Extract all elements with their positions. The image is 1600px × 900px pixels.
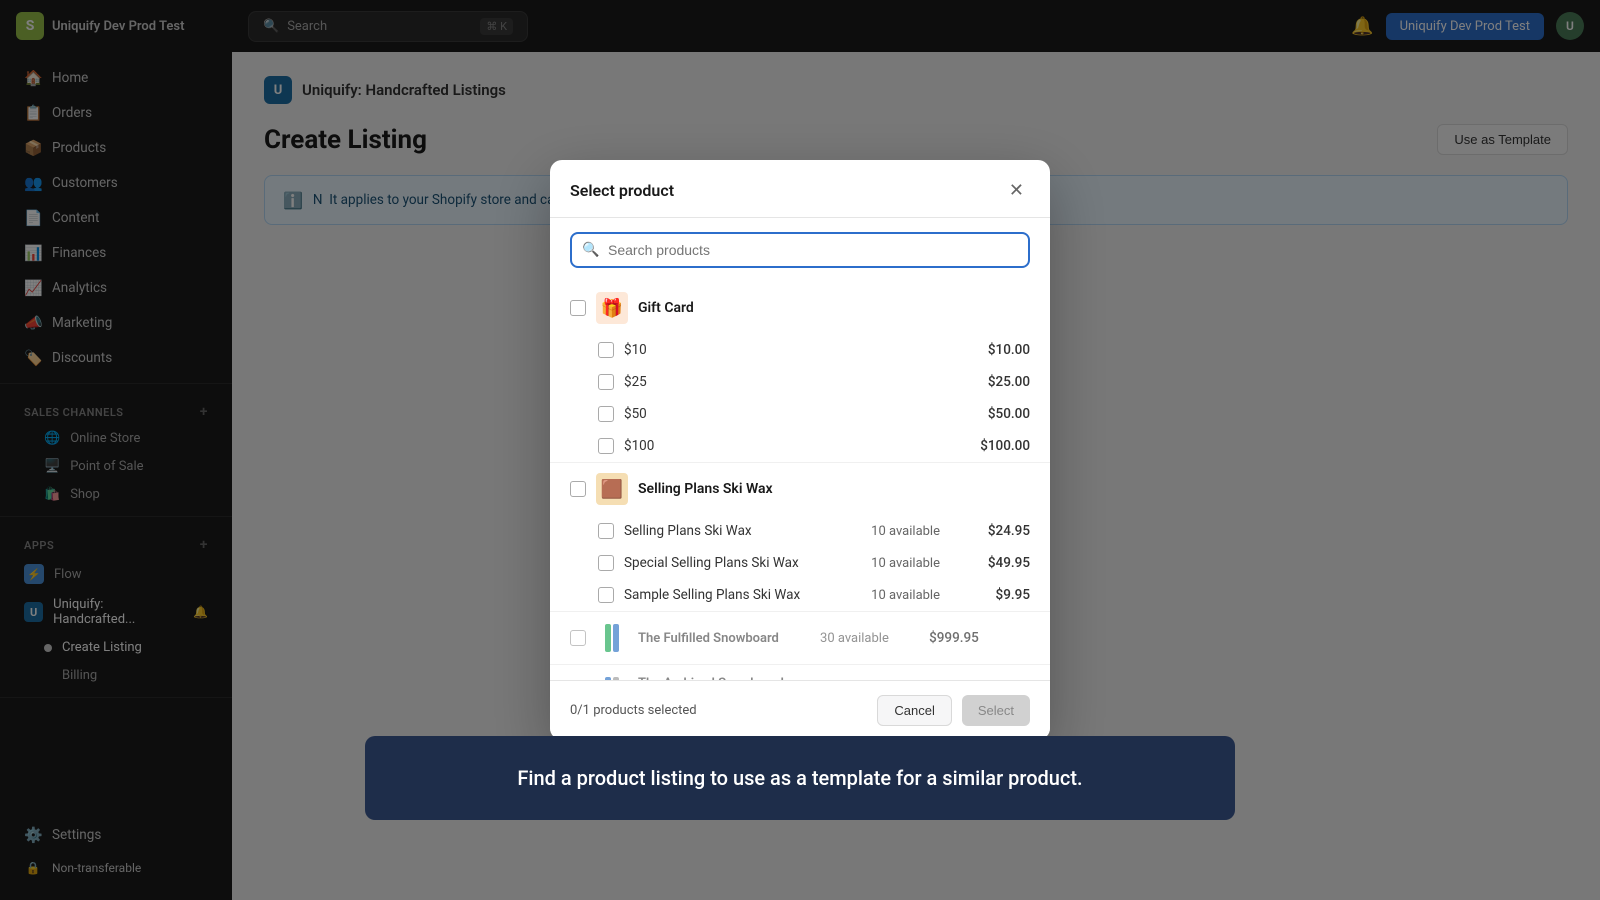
variant-50-price: $50.00: [950, 406, 1030, 422]
tooltip-text: Find a product listing to use as a templ…: [517, 766, 1082, 790]
variant-special-ski-wax-price: $49.95: [950, 555, 1030, 571]
select-product-modal: Select product ✕ 🔍 🎁 Gift Card $10 $10.0…: [550, 160, 1050, 740]
gift-card-group-checkbox[interactable]: [570, 300, 586, 316]
ski-wax-group-name: Selling Plans Ski Wax: [638, 481, 773, 497]
variant-special-ski-wax-name: Special Selling Plans Ski Wax: [624, 555, 830, 571]
ski-wax-group-checkbox[interactable]: [570, 481, 586, 497]
modal-search-wrap: 🔍: [550, 218, 1050, 282]
selected-count: 0/1 products selected: [570, 703, 697, 718]
variant-100-checkbox[interactable]: [598, 438, 614, 454]
variant-special-ski-wax-avail: 10 available: [840, 556, 940, 571]
modal-close-button[interactable]: ✕: [1003, 178, 1030, 203]
modal-footer: 0/1 products selected Cancel Select: [550, 680, 1050, 740]
tooltip-banner: Find a product listing to use as a templ…: [365, 736, 1235, 820]
variant-50[interactable]: $50 $50.00: [550, 398, 1050, 430]
variant-sample-ski-wax-checkbox[interactable]: [598, 587, 614, 603]
variant-25-name: $25: [624, 374, 830, 390]
variant-ski-wax[interactable]: Selling Plans Ski Wax 10 available $24.9…: [550, 515, 1050, 547]
product-group-archived: The Archived Snowboard · Archived 50 ava…: [550, 665, 1050, 680]
archived-group-name: The Archived Snowboard · Archived: [638, 676, 837, 680]
variant-100-price: $100.00: [950, 438, 1030, 454]
snowboard-group-checkbox[interactable]: [570, 630, 586, 646]
variant-sample-ski-wax[interactable]: Sample Selling Plans Ski Wax 10 availabl…: [550, 579, 1050, 611]
variant-50-checkbox[interactable]: [598, 406, 614, 422]
variant-special-ski-wax-checkbox[interactable]: [598, 555, 614, 571]
variant-100[interactable]: $100 $100.00: [550, 430, 1050, 462]
cancel-button[interactable]: Cancel: [877, 695, 951, 726]
variant-10-price: $10.00: [950, 342, 1030, 358]
modal-header: Select product ✕: [550, 160, 1050, 218]
variant-special-ski-wax[interactable]: Special Selling Plans Ski Wax 10 availab…: [550, 547, 1050, 579]
variant-100-name: $100: [624, 438, 830, 454]
archived-thumb: [596, 675, 628, 680]
snowboard-group-avail: 30 available: [789, 631, 889, 646]
snowboard-group-name: The Fulfilled Snowboard: [638, 631, 779, 646]
gift-card-group-name: Gift Card: [638, 300, 694, 316]
product-group-gift-card: 🎁 Gift Card: [550, 282, 1050, 334]
variant-10[interactable]: $10 $10.00: [550, 334, 1050, 366]
variant-25[interactable]: $25 $25.00: [550, 366, 1050, 398]
variant-25-price: $25.00: [950, 374, 1030, 390]
gift-card-thumb: 🎁: [596, 292, 628, 324]
variant-ski-wax-name: Selling Plans Ski Wax: [624, 523, 830, 539]
variant-25-checkbox[interactable]: [598, 374, 614, 390]
ski-wax-thumb: 🟫: [596, 473, 628, 505]
footer-actions: Cancel Select: [877, 695, 1030, 726]
product-group-ski-wax: 🟫 Selling Plans Ski Wax: [550, 463, 1050, 515]
modal-search-input[interactable]: [570, 232, 1030, 268]
variant-50-name: $50: [624, 406, 830, 422]
variant-sample-ski-wax-name: Sample Selling Plans Ski Wax: [624, 587, 830, 603]
modal-search-icon: 🔍: [582, 242, 599, 258]
variant-ski-wax-price: $24.95: [950, 523, 1030, 539]
variant-sample-ski-wax-price: $9.95: [950, 587, 1030, 603]
modal-title: Select product: [570, 181, 674, 200]
variant-ski-wax-avail: 10 available: [840, 524, 940, 539]
product-group-snowboard-partial: The Fulfilled Snowboard 30 available $99…: [550, 612, 1050, 664]
variant-10-name: $10: [624, 342, 830, 358]
variant-ski-wax-checkbox[interactable]: [598, 523, 614, 539]
select-button[interactable]: Select: [962, 695, 1030, 726]
snowboard-group-price: $999.95: [899, 630, 979, 646]
snowboard-thumb: [596, 622, 628, 654]
modal-body: 🎁 Gift Card $10 $10.00 $25 $25.00 $50 $5…: [550, 282, 1050, 680]
variant-10-checkbox[interactable]: [598, 342, 614, 358]
variant-sample-ski-wax-avail: 10 available: [840, 588, 940, 603]
